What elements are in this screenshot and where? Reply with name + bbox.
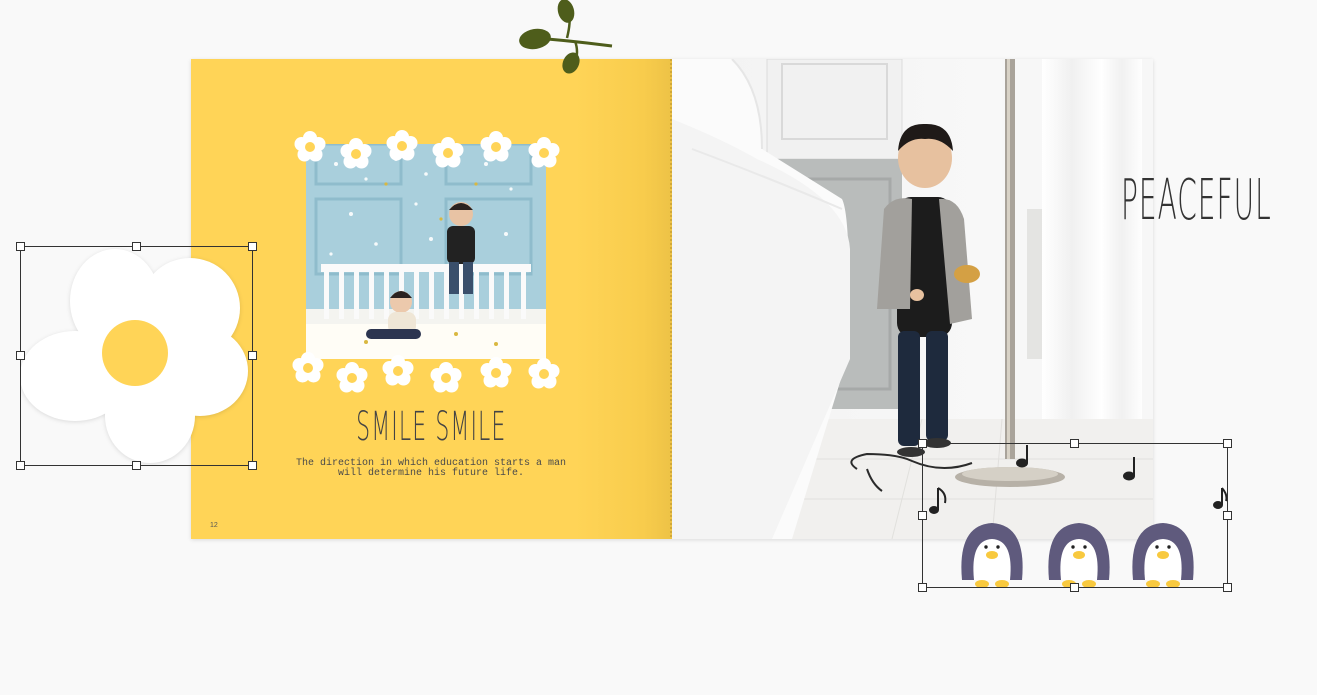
right-page-title[interactable]: PEACEFUL bbox=[1121, 168, 1272, 233]
resize-handle-n[interactable] bbox=[1070, 439, 1079, 448]
resize-handle-sw[interactable] bbox=[918, 583, 927, 592]
leaf-branch-sticker[interactable] bbox=[515, 0, 615, 78]
page-title[interactable]: SMILE SMILE bbox=[299, 404, 564, 450]
penguins-sticker[interactable] bbox=[918, 439, 1232, 592]
resize-handle-w[interactable] bbox=[918, 511, 927, 520]
resize-handle-nw[interactable] bbox=[16, 242, 25, 251]
daisy-border-bottom bbox=[292, 352, 560, 393]
resize-handle-se[interactable] bbox=[1223, 583, 1232, 592]
resize-handle-s[interactable] bbox=[1070, 583, 1079, 592]
quote-text[interactable]: The direction in which education starts … bbox=[281, 459, 581, 479]
leaf-icon bbox=[519, 0, 613, 74]
resize-handle-ne[interactable] bbox=[1223, 439, 1232, 448]
daisy-border-top bbox=[294, 130, 560, 169]
kids-bed-photo[interactable] bbox=[306, 144, 546, 359]
page-number: 12 bbox=[210, 522, 218, 529]
selection-frame bbox=[922, 443, 1228, 588]
resize-handle-se[interactable] bbox=[248, 461, 257, 470]
resize-handle-nw[interactable] bbox=[918, 439, 927, 448]
photo-image bbox=[306, 144, 546, 359]
left-page[interactable]: SMILE SMILE The direction in which educa… bbox=[191, 59, 672, 539]
daisy-sticker[interactable] bbox=[16, 242, 257, 470]
selection-frame bbox=[20, 246, 253, 466]
resize-handle-w[interactable] bbox=[16, 351, 25, 360]
resize-handle-s[interactable] bbox=[132, 461, 141, 470]
resize-handle-e[interactable] bbox=[248, 351, 257, 360]
resize-handle-sw[interactable] bbox=[16, 461, 25, 470]
resize-handle-e[interactable] bbox=[1223, 511, 1232, 520]
resize-handle-ne[interactable] bbox=[248, 242, 257, 251]
resize-handle-n[interactable] bbox=[132, 242, 141, 251]
